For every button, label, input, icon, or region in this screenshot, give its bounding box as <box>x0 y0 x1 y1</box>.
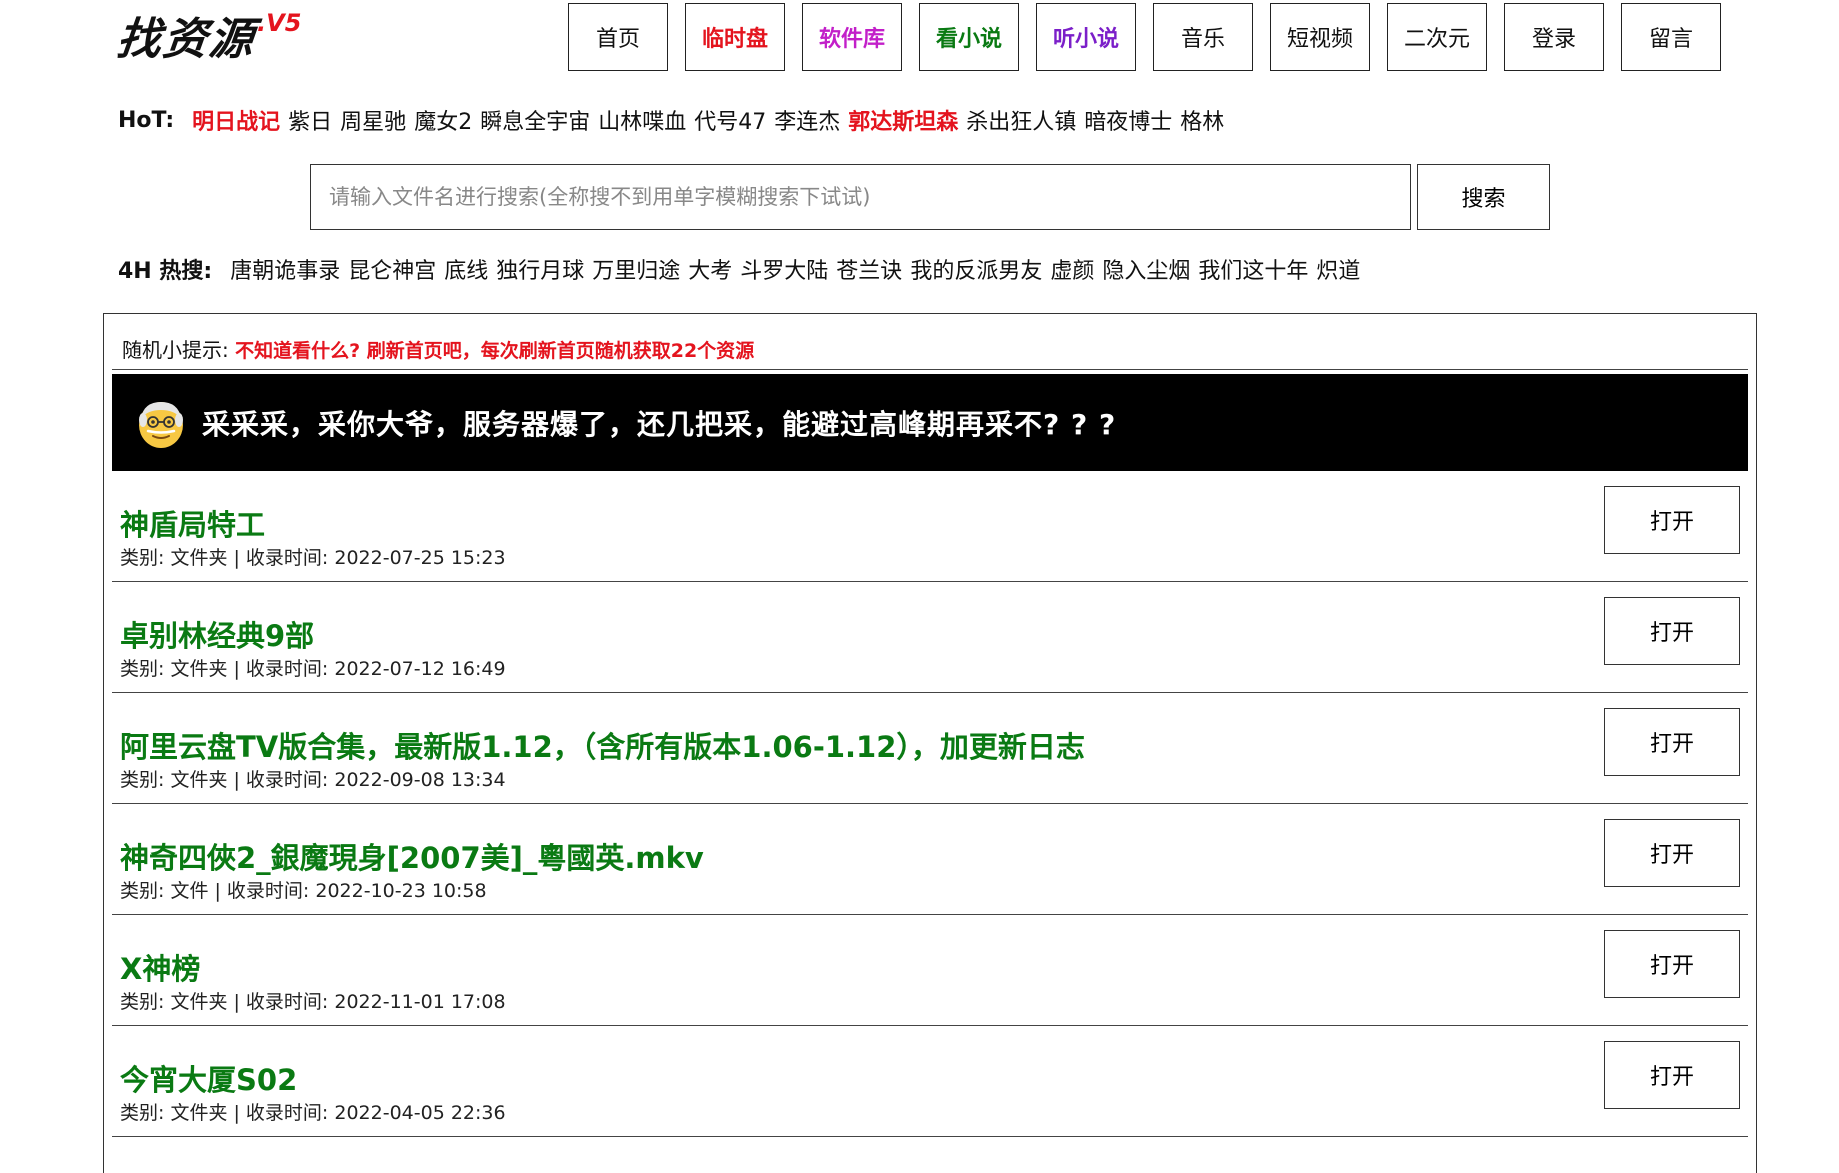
hot-keyword-link[interactable]: 魔女2 <box>414 104 472 136</box>
logo-text: 找资源 <box>114 14 258 65</box>
search-bar: 搜索 <box>310 164 1550 230</box>
resource-title-link[interactable]: 卓别林经典9部 <box>120 613 314 655</box>
old-man-emoji-icon <box>139 401 183 448</box>
nav-short-video-button[interactable]: 短视频 <box>1270 3 1370 71</box>
tip-text: 不知道看什么? 刷新首页吧，每次刷新首页随机获取22个资源 <box>235 340 755 362</box>
random-tip: 随机小提示: 不知道看什么? 刷新首页吧，每次刷新首页随机获取22个资源 <box>122 334 754 363</box>
resource-title-link[interactable]: 神奇四俠2_銀魔現身[2007美]_粵國英.mkv <box>120 835 704 877</box>
hot-keyword-link[interactable]: 郭达斯坦森 <box>848 104 958 136</box>
list-item: 阿里云盘TV版合集，最新版1.12，（含所有版本1.06-1.12），加更新日志… <box>112 693 1748 804</box>
hot-keyword-link[interactable]: 山林喋血 <box>598 104 686 136</box>
resource-meta: 类别: 文件夹 | 收录时间: 2022-11-01 17:08 <box>120 991 506 1013</box>
hot-keyword-link[interactable]: 暗夜博士 <box>1084 104 1172 136</box>
nav-message-button[interactable]: 留言 <box>1621 3 1721 71</box>
open-button[interactable]: 打开 <box>1604 1041 1740 1109</box>
page: 找资源 .V5 首页 临时盘 软件库 看小说 听小说 音乐 短视频 二次元 登录… <box>0 0 1839 1173</box>
hot4-keyword-link[interactable]: 我的反派男友 <box>910 253 1042 285</box>
hot4-keyword-link[interactable]: 斗罗大陆 <box>740 253 828 285</box>
hot-keyword-link[interactable]: 代号47 <box>694 104 766 136</box>
notice-banner: 采采采，采你大爷，服务器爆了，还几把采，能避过高峰期再采不? ? ? <box>112 374 1748 471</box>
open-button[interactable]: 打开 <box>1604 708 1740 776</box>
resource-meta: 类别: 文件夹 | 收录时间: 2022-07-12 16:49 <box>120 658 506 680</box>
list-item: 神奇四俠2_銀魔現身[2007美]_粵國英.mkv 类别: 文件 | 收录时间:… <box>112 804 1748 915</box>
hot-label: HoT: <box>118 107 175 133</box>
open-button[interactable]: 打开 <box>1604 930 1740 998</box>
resource-panel: 随机小提示: 不知道看什么? 刷新首页吧，每次刷新首页随机获取22个资源 采采采… <box>103 313 1757 1173</box>
list-item: 卓别林经典9部 类别: 文件夹 | 收录时间: 2022-07-12 16:49… <box>112 582 1748 693</box>
open-button[interactable]: 打开 <box>1604 486 1740 554</box>
nav-temp-disk-button[interactable]: 临时盘 <box>685 3 785 71</box>
search-input[interactable] <box>310 164 1411 230</box>
resource-meta: 类别: 文件夹 | 收录时间: 2022-04-05 22:36 <box>120 1102 506 1124</box>
hot-keyword-link[interactable]: 杀出狂人镇 <box>966 104 1076 136</box>
nav-login-button[interactable]: 登录 <box>1504 3 1604 71</box>
tip-label: 随机小提示: <box>122 338 229 362</box>
site-logo[interactable]: 找资源 .V5 <box>114 8 302 72</box>
open-button[interactable]: 打开 <box>1604 819 1740 887</box>
open-button[interactable]: 打开 <box>1604 597 1740 665</box>
hot4-keywords: 4H 热搜: 唐朝诡事录 昆仑神宫 底线 独行月球 万里归途 大考 斗罗大陆 苍… <box>118 253 1368 285</box>
nav-music-button[interactable]: 音乐 <box>1153 3 1253 71</box>
hot4-keyword-link[interactable]: 大考 <box>688 253 732 285</box>
hot4-keyword-link[interactable]: 炽道 <box>1316 253 1360 285</box>
nav-software-button[interactable]: 软件库 <box>802 3 902 71</box>
resource-meta: 类别: 文件 | 收录时间: 2022-10-23 10:58 <box>120 880 487 902</box>
divider <box>112 369 1748 370</box>
nav-home-button[interactable]: 首页 <box>568 3 668 71</box>
hot-keyword-link[interactable]: 周星驰 <box>340 104 406 136</box>
resource-title-link[interactable]: 今宵大厦S02 <box>120 1057 297 1099</box>
hot-keywords: HoT: 明日战记 紫日 周星驰 魔女2 瞬息全宇宙 山林喋血 代号47 李连杰… <box>118 104 1232 136</box>
search-button[interactable]: 搜索 <box>1417 164 1550 230</box>
nav-anime-button[interactable]: 二次元 <box>1387 3 1487 71</box>
hot4-keyword-link[interactable]: 万里归途 <box>592 253 680 285</box>
resource-list: 神盾局特工 类别: 文件夹 | 收录时间: 2022-07-25 15:23 打… <box>112 471 1748 1137</box>
hot4-keyword-link[interactable]: 苍兰诀 <box>836 253 902 285</box>
notice-text: 采采采，采你大爷，服务器爆了，还几把采，能避过高峰期再采不? ? ? <box>202 407 1117 441</box>
hot-keyword-link[interactable]: 瞬息全宇宙 <box>480 104 590 136</box>
hot4-keyword-link[interactable]: 底线 <box>444 253 488 285</box>
list-item: X神榜 类别: 文件夹 | 收录时间: 2022-11-01 17:08 打开 <box>112 915 1748 1026</box>
list-item: 神盾局特工 类别: 文件夹 | 收录时间: 2022-07-25 15:23 打… <box>112 471 1748 582</box>
nav-read-novel-button[interactable]: 看小说 <box>919 3 1019 71</box>
hot4-keyword-link[interactable]: 唐朝诡事录 <box>230 253 340 285</box>
hot-keyword-link[interactable]: 格林 <box>1180 104 1224 136</box>
logo-version: .V5 <box>257 9 302 37</box>
resource-title-link[interactable]: 阿里云盘TV版合集，最新版1.12，（含所有版本1.06-1.12），加更新日志 <box>120 724 1085 766</box>
hot4-label: 4H 热搜: <box>118 259 213 284</box>
top-nav: 首页 临时盘 软件库 看小说 听小说 音乐 短视频 二次元 登录 留言 <box>568 3 1721 71</box>
hot4-keyword-link[interactable]: 独行月球 <box>496 253 584 285</box>
hot-keyword-link[interactable]: 明日战记 <box>192 104 280 136</box>
nav-audio-novel-button[interactable]: 听小说 <box>1036 3 1136 71</box>
hot4-keyword-link[interactable]: 昆仑神宫 <box>348 253 436 285</box>
hot-keyword-link[interactable]: 李连杰 <box>774 104 840 136</box>
hot-keyword-link[interactable]: 紫日 <box>288 104 332 136</box>
resource-meta: 类别: 文件夹 | 收录时间: 2022-07-25 15:23 <box>120 547 506 569</box>
resource-meta: 类别: 文件夹 | 收录时间: 2022-09-08 13:34 <box>120 769 506 791</box>
hot4-keyword-link[interactable]: 隐入尘烟 <box>1102 253 1190 285</box>
resource-title-link[interactable]: X神榜 <box>120 946 200 988</box>
hot4-keyword-link[interactable]: 我们这十年 <box>1198 253 1308 285</box>
resource-title-link[interactable]: 神盾局特工 <box>120 502 265 544</box>
hot4-keyword-link[interactable]: 虚颜 <box>1050 253 1094 285</box>
list-item: 今宵大厦S02 类别: 文件夹 | 收录时间: 2022-04-05 22:36… <box>112 1026 1748 1137</box>
